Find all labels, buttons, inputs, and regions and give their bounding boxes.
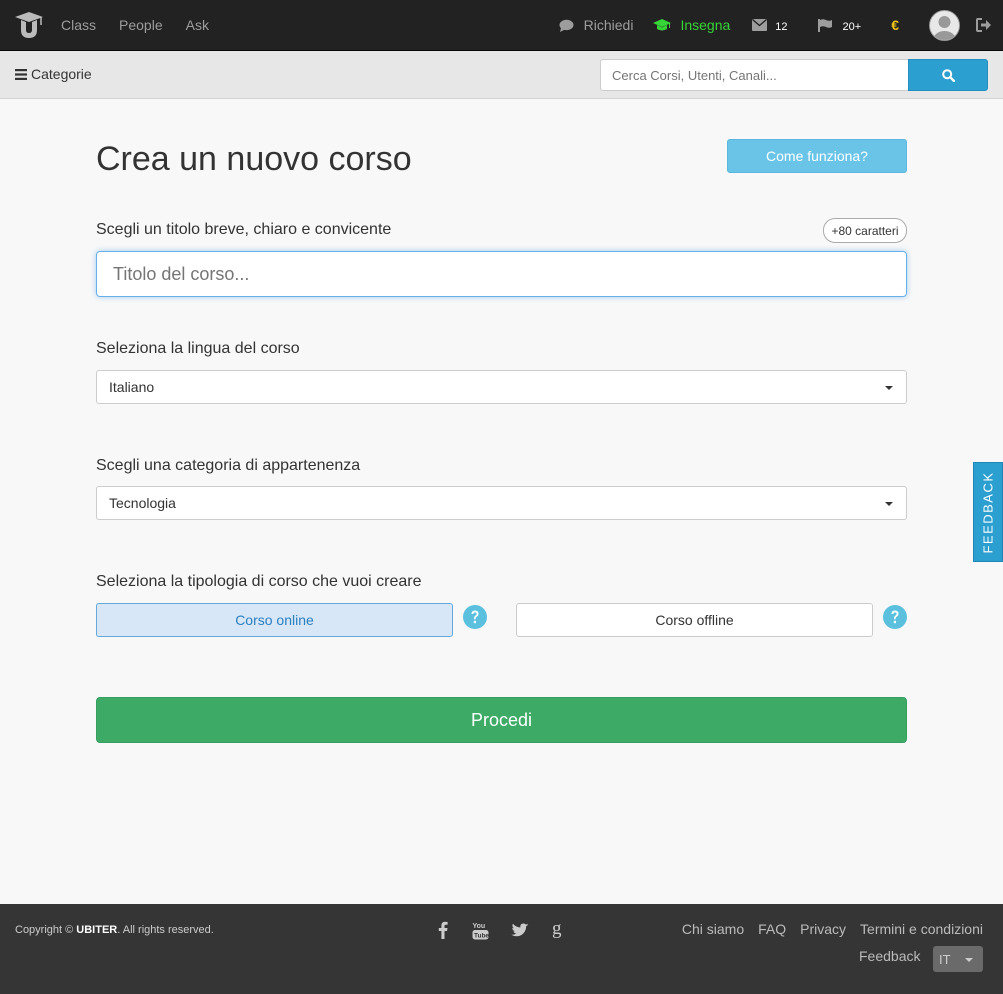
svg-text:g: g xyxy=(552,920,562,939)
category-value: Tecnologia xyxy=(109,495,176,511)
footer-link-terms[interactable]: Termini e condizioni xyxy=(860,921,983,937)
copyright-text: Copyright © UBITER. All rights reserved. xyxy=(15,924,214,936)
footer: Copyright © UBITER. All rights reserved.… xyxy=(0,904,1003,994)
richiedi-label: Richiedi xyxy=(583,17,634,33)
language-label: Seleziona la lingua del corso xyxy=(96,340,300,357)
footer-links: Chi siamo FAQ Privacy Termini e condizio… xyxy=(668,921,983,937)
categories-button[interactable]: Categorie xyxy=(15,66,92,82)
google-icon: g xyxy=(552,920,562,939)
notifications-count: 20+ xyxy=(842,20,862,33)
svg-text:You: You xyxy=(472,923,485,930)
search-button[interactable] xyxy=(908,59,988,91)
page-title: Crea un nuovo corso xyxy=(96,140,412,178)
title-label: Scegli un titolo breve, chiaro e convice… xyxy=(96,221,392,238)
caret-down-icon xyxy=(885,386,893,390)
flag-icon xyxy=(817,18,832,32)
graduation-cap-icon xyxy=(653,18,672,30)
language-value: Italiano xyxy=(109,379,155,395)
footer-link-privacy[interactable]: Privacy xyxy=(800,921,846,937)
nav-ask[interactable]: Ask xyxy=(186,17,209,33)
feedback-tab-label: FEEDBACK xyxy=(980,470,996,554)
copyright-brand: UBITER xyxy=(76,924,118,936)
category-select[interactable]: Tecnologia xyxy=(96,486,907,520)
main-nav: Class People Ask xyxy=(61,0,232,50)
language-dropdown-value: IT xyxy=(939,951,951,967)
search-icon xyxy=(941,68,955,82)
facebook-icon xyxy=(438,921,448,939)
logout-button[interactable] xyxy=(976,18,992,32)
copyright-suffix: . All rights reserved. xyxy=(117,924,214,936)
course-title-input[interactable] xyxy=(96,251,907,297)
footer-link-about[interactable]: Chi siamo xyxy=(682,921,744,937)
youtube-icon: You Tube xyxy=(472,923,489,939)
categories-label: Categorie xyxy=(31,66,92,82)
category-label: Scegli una categoria di appartenenza xyxy=(96,457,361,474)
logo-icon[interactable] xyxy=(14,11,44,39)
envelope-icon xyxy=(752,19,768,31)
help-icon[interactable] xyxy=(883,605,907,629)
nav-people[interactable]: People xyxy=(119,17,163,33)
chat-icon xyxy=(559,19,574,32)
caret-down-icon xyxy=(965,958,973,962)
insegna-label: Insegna xyxy=(680,17,731,33)
user-nav: Richiedi Insegna 12 20+ € xyxy=(559,0,1003,50)
course-type-label: Seleziona la tipologia di corso che vuoi… xyxy=(96,573,422,590)
svg-text:Tube: Tube xyxy=(474,932,489,939)
messages-link[interactable]: 12 xyxy=(752,18,788,33)
richiedi-link[interactable]: Richiedi xyxy=(559,17,634,33)
youtube-link[interactable]: You Tube xyxy=(470,919,490,941)
logout-icon xyxy=(976,18,991,32)
google-link[interactable]: g xyxy=(550,919,566,941)
proceed-button[interactable]: Procedi xyxy=(96,697,907,743)
messages-count: 12 xyxy=(775,20,788,33)
notifications-link[interactable]: 20+ xyxy=(817,18,862,33)
help-icon[interactable] xyxy=(463,605,487,629)
avatar[interactable] xyxy=(929,9,960,41)
nav-class[interactable]: Class xyxy=(61,17,96,33)
euro-icon: € xyxy=(891,17,899,33)
footer-link-faq[interactable]: FAQ xyxy=(758,921,786,937)
language-dropdown[interactable]: IT xyxy=(933,946,983,972)
how-it-works-button[interactable]: Come funziona? xyxy=(727,139,907,173)
offline-course-button[interactable]: Corso offline xyxy=(516,603,873,637)
char-count-badge: +80 caratteri xyxy=(823,218,907,243)
bars-icon xyxy=(15,68,27,80)
search-input[interactable] xyxy=(600,59,909,91)
category-search-bar: Categorie xyxy=(0,51,1003,99)
language-select[interactable]: Italiano xyxy=(96,370,907,404)
caret-down-icon xyxy=(885,502,893,506)
wallet-link[interactable]: € xyxy=(891,17,899,33)
twitter-icon xyxy=(511,923,529,936)
online-course-button[interactable]: Corso online xyxy=(96,603,453,637)
facebook-link[interactable] xyxy=(435,919,451,941)
insegna-link[interactable]: Insegna xyxy=(653,17,730,33)
top-navbar: Class People Ask Richiedi Insegna 12 20+… xyxy=(0,0,1003,51)
copyright-prefix: Copyright © xyxy=(15,924,77,936)
footer-feedback-link[interactable]: Feedback xyxy=(859,948,920,964)
feedback-tab[interactable]: FEEDBACK xyxy=(973,462,1003,562)
twitter-link[interactable] xyxy=(510,919,530,941)
